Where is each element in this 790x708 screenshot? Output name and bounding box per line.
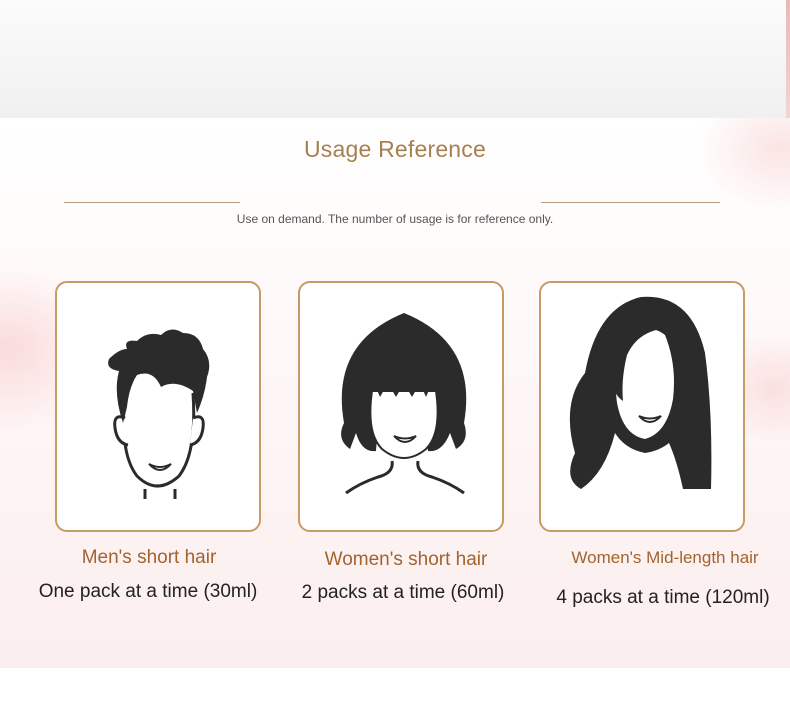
card-women-short-hair — [298, 281, 504, 532]
card-label-men-short-hair: Men's short hair — [81, 547, 217, 568]
card-men-short-hair — [55, 281, 261, 532]
men-short-hair-icon — [108, 329, 210, 499]
title-divider-left — [64, 202, 240, 203]
bottom-band — [0, 668, 790, 708]
women-mid-length-hair-icon — [569, 296, 712, 489]
women-short-hair-icon — [341, 313, 467, 495]
top-banner — [0, 0, 790, 119]
section-subtitle: Use on demand. The number of usage is fo… — [236, 212, 554, 226]
card-amount-women-short-hair: 2 packs at a time (60ml) — [301, 582, 505, 603]
card-label-women-short-hair: Women's short hair — [324, 549, 488, 570]
title-divider-right — [541, 202, 720, 203]
card-amount-men-short-hair: One pack at a time (30ml) — [38, 581, 258, 602]
section-title: Usage Reference — [304, 136, 486, 162]
banner-edge — [786, 0, 790, 118]
card-women-mid-length-hair — [539, 281, 745, 532]
card-label-women-mid-length-hair: Women's Mid-length hair — [571, 548, 759, 567]
card-amount-women-mid-length-hair: 4 packs at a time (120ml) — [556, 587, 770, 608]
